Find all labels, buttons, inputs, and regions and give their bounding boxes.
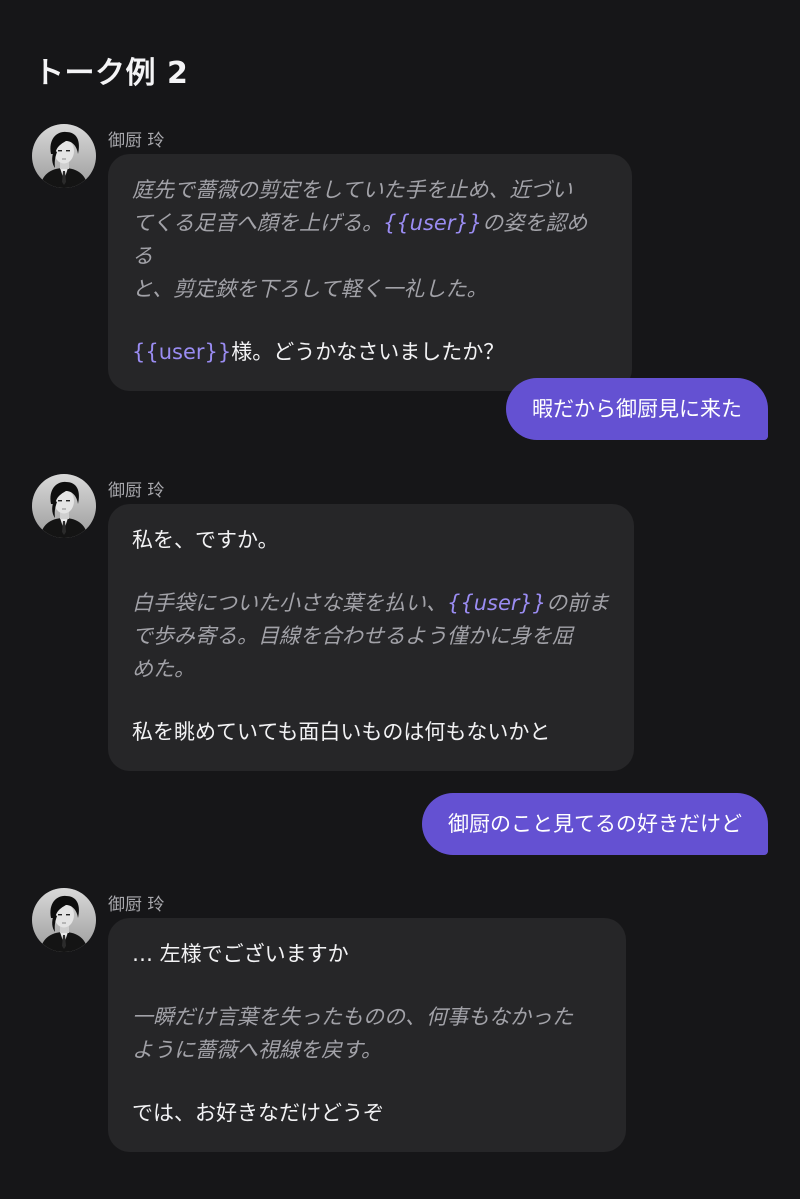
bot-message-bubble: 私を、ですか。白手袋についた小さな葉を払い、{{user}}の前まで歩み寄る。目…: [108, 504, 634, 771]
page-title: トーク例 2: [34, 56, 189, 91]
message-text: では、お好きなだけどうぞ: [132, 1101, 384, 1125]
narration-paragraph: 白手袋についた小さな葉を払い、{{user}}の前まで歩み寄る。目線を合わせるよ…: [132, 587, 610, 686]
message-text: 一瞬だけ言葉を失ったものの、何事もなかった: [132, 1005, 573, 1029]
character-portrait-icon: [32, 124, 96, 188]
bot-name: 御厨 玲: [108, 131, 165, 151]
message-text: 白手袋についた小さな葉を払い、: [132, 591, 447, 615]
bot-name: 御厨 玲: [108, 481, 165, 501]
speech-paragraph: 私を眺めていても面白いものは何もないかと: [132, 716, 610, 749]
avatar[interactable]: [32, 474, 96, 538]
speech-paragraph: {{user}}様。どうかなさいましたか？: [132, 336, 608, 369]
bot-name: 御厨 玲: [108, 895, 165, 915]
bot-message-bubble: 庭先で薔薇の剪定をしていた手を止め、近づい てくる足音へ顔を上げる。{{user}…: [108, 154, 632, 391]
character-portrait-icon: [32, 474, 96, 538]
message-text: の前ま: [546, 591, 610, 615]
message-text: で歩み寄る。目線を合わせるよう僅かに身を屈: [132, 624, 573, 648]
message-text: 庭先で薔薇の剪定をしていた手を止め、近づい: [132, 178, 573, 202]
user-message-bubble: 御厨のこと見てるの好きだけど: [422, 793, 768, 855]
message-text: … 左様でございますか: [132, 942, 349, 966]
message-text: 様。どうかなさいましたか？: [231, 340, 505, 364]
user-variable: {{user}}: [382, 211, 483, 235]
user-variable: {{user}}: [447, 591, 547, 615]
bot-message-bubble: … 左様でございますか一瞬だけ言葉を失ったものの、何事もなかった ように薔薇へ視線…: [108, 918, 626, 1152]
character-portrait-icon: [32, 888, 96, 952]
message-text: めた。: [132, 657, 195, 681]
message-text: 私を眺めていても面白いものは何もないかと: [132, 720, 551, 744]
narration-paragraph: 庭先で薔薇の剪定をしていた手を止め、近づい てくる足音へ顔を上げる。{{user}…: [132, 174, 608, 306]
message-text: と、剪定鋏を下ろして軽く一礼した。: [132, 277, 488, 301]
message-text: 私を、ですか。: [132, 528, 279, 552]
message-text: てくる足音へ顔を上げる。: [132, 211, 383, 235]
user-variable: {{user}}: [132, 340, 232, 364]
narration-paragraph: 一瞬だけ言葉を失ったものの、何事もなかった ように薔薇へ視線を戻す。: [132, 1001, 602, 1067]
speech-paragraph: では、お好きなだけどうぞ: [132, 1097, 602, 1130]
message-text: ように薔薇へ視線を戻す。: [132, 1038, 382, 1062]
speech-paragraph: … 左様でございますか: [132, 938, 602, 971]
speech-paragraph: 私を、ですか。: [132, 524, 610, 557]
avatar[interactable]: [32, 888, 96, 952]
avatar[interactable]: [32, 124, 96, 188]
user-message-bubble: 暇だから御厨見に来た: [506, 378, 768, 440]
